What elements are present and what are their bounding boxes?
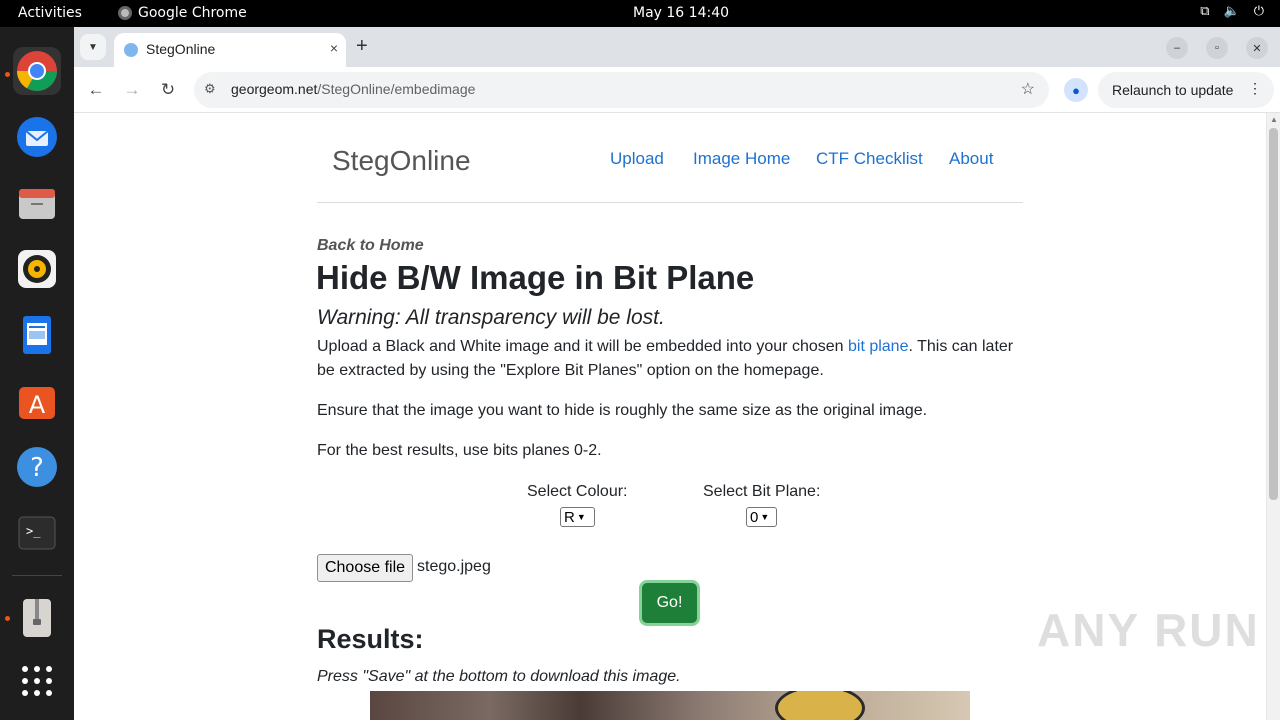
profile-avatar-icon[interactable]: ● [1064,78,1088,102]
new-tab-button[interactable]: + [356,35,368,58]
svg-text:?: ? [30,453,44,483]
select-arrow-icon: ▼ [760,512,770,522]
nav-ctf-checklist[interactable]: CTF Checklist [816,149,923,169]
go-button[interactable]: Go! [642,583,697,623]
forward-arrow-icon[interactable]: → [120,78,144,102]
page-scrollbar[interactable]: ▲ [1266,113,1280,720]
site-brand[interactable]: StegOnline [332,145,471,177]
select-colour-label: Select Colour: [527,483,628,500]
address-bar[interactable]: ⚙ georgeom.net/StegOnline/embedimage ☆ [194,72,1049,108]
coin-graphic [775,691,865,720]
tab-title: StegOnline [146,41,216,57]
running-indicator [5,72,10,77]
bit-plane-select[interactable]: 0 ▼ [746,507,777,527]
selected-file-name: stego.jpeg [417,558,491,575]
network-icon: ⧉ [1200,4,1210,19]
clock[interactable]: May 16 14:40 [633,5,729,21]
relaunch-to-update-button[interactable]: Relaunch to update ⋮ [1098,72,1274,108]
nav-upload[interactable]: Upload [610,149,664,169]
chrome-window: ▼ StegOnline × + – ▫ ✕ ← → ↻ ⚙ georgeom.… [74,27,1280,720]
best-results-note: For the best results, use bits planes 0-… [317,442,602,459]
transparency-warning: Warning: All transparency will be lost. [317,306,665,329]
url-host: georgeom.net [231,81,318,97]
tab-close-button[interactable]: × [330,40,338,56]
choose-file-button[interactable]: Choose file [317,554,413,582]
chrome-small-icon [118,6,132,20]
writer-icon[interactable] [13,311,61,359]
archive-icon[interactable] [13,594,61,642]
size-note: Ensure that the image you want to hide i… [317,402,928,419]
dock-separator [12,575,62,576]
site-info-icon[interactable]: ⚙ [204,81,216,97]
activities-button[interactable]: Activities [18,5,82,21]
browser-toolbar: ← → ↻ ⚙ georgeom.net/StegOnline/embedima… [74,67,1280,113]
app-name: Google Chrome [138,5,247,21]
minimize-button[interactable]: – [1166,37,1188,59]
tab-stegonline[interactable]: StegOnline × [114,33,346,67]
back-to-home-link[interactable]: Back to Home [317,237,424,255]
apps-grid-icon[interactable] [13,657,61,705]
scrollbar-thumb[interactable] [1269,128,1278,500]
url-path: /StegOnline/embedimage [317,81,476,97]
app-center-icon[interactable]: A [13,377,61,425]
rhythmbox-icon[interactable] [13,245,61,293]
anyrun-watermark: ANY RUN [1037,604,1260,656]
svg-text:>_: >_ [26,524,41,538]
app-menu[interactable]: Google Chrome [118,5,247,21]
svg-text:A: A [29,391,46,419]
bit-plane-link[interactable]: bit plane [848,338,909,355]
page-viewport: StegOnline Upload Image Home CTF Checkli… [74,113,1280,720]
select-arrow-icon: ▼ [576,512,586,522]
restore-button[interactable]: ▫ [1206,37,1228,59]
files-icon[interactable] [13,179,61,227]
dock: A ? >_ [0,27,74,720]
help-icon[interactable]: ? [13,443,61,491]
power-icon: ⏻ [1253,4,1264,19]
results-heading: Results: [317,624,424,654]
tab-strip: ▼ StegOnline × + – ▫ ✕ [74,27,1280,67]
bookmark-star-icon[interactable]: ☆ [1021,79,1035,99]
running-indicator [5,616,10,621]
save-hint: Press "Save" at the bottom to download t… [317,668,681,685]
chevron-down-icon: ▼ [88,41,98,53]
tab-search-button[interactable]: ▼ [80,34,106,60]
result-image-preview [370,691,970,720]
system-top-bar: Activities Google Chrome May 16 14:40 ⧉ … [0,0,1280,27]
scroll-up-arrow-icon[interactable]: ▲ [1270,115,1278,124]
select-bit-plane-label: Select Bit Plane: [703,483,821,500]
url-text[interactable]: georgeom.net/StegOnline/embedimage [231,81,475,97]
header-divider [317,202,1023,203]
relaunch-label: Relaunch to update [1112,82,1234,98]
nav-image-home[interactable]: Image Home [693,149,790,169]
more-menu-icon[interactable]: ⋮ [1248,80,1262,97]
intro-paragraph: Upload a Black and White image and it wi… [317,335,1027,383]
terminal-icon[interactable]: >_ [13,509,61,557]
nav-about[interactable]: About [949,149,993,169]
page-title: Hide B/W Image in Bit Plane [316,259,755,296]
back-arrow-icon[interactable]: ← [84,78,108,102]
bit-plane-select-value: 0 [750,508,759,526]
reload-icon[interactable]: ↻ [156,78,180,102]
chrome-icon[interactable] [13,47,61,95]
system-tray[interactable]: ⧉ 🔈 ⏻ [1200,4,1264,19]
close-window-button[interactable]: ✕ [1246,37,1268,59]
volume-icon: 🔈 [1223,4,1240,19]
globe-icon [124,43,138,57]
intro-text: Upload a Black and White image and it wi… [317,338,848,355]
colour-select-value: R [564,508,575,526]
thunderbird-icon[interactable] [13,113,61,161]
colour-select[interactable]: R ▼ [560,507,595,527]
